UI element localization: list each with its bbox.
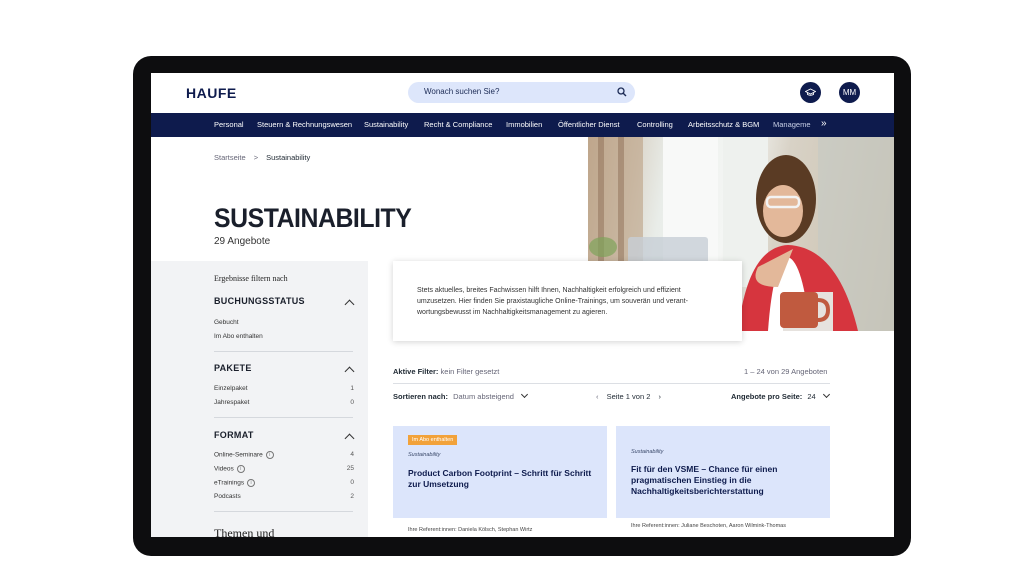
section-format[interactable]: FORMAT [214,430,254,440]
per-page-value: 24 [807,392,816,401]
status-badge: Im Abo enthalten [408,435,458,445]
chevron-up-icon[interactable] [344,366,355,377]
chevron-right-icon[interactable]: › [658,392,661,401]
filter-count: 1 [350,385,354,392]
filter-option-etrainings[interactable]: eTrainings i [214,479,256,487]
section-buchungsstatus[interactable]: BUCHUNGSSTATUS [214,296,305,306]
divider [214,417,353,418]
filter-sidebar: Ergebnisse filtern nach BUCHUNGSSTATUS G… [151,261,368,537]
main-navigation: Personal Steuern & Rechnungswesen Sustai… [151,113,894,137]
filter-option-im-abo[interactable]: Im Abo enthalten [214,333,263,340]
chevron-up-icon[interactable] [344,433,355,444]
filter-count: 0 [350,399,354,406]
divider [214,351,353,352]
filter-count: 2 [350,493,354,500]
card-title[interactable]: Product Carbon Footprint – Schritt für S… [408,468,593,490]
breadcrumb-home[interactable]: Startseite [214,153,246,162]
filter-heading: Ergebnisse filtern nach [214,274,288,283]
nav-item-management[interactable]: Manageme [773,120,811,129]
filter-option-online-seminare[interactable]: Online-Seminare i [214,451,274,459]
browser-screen: HAUFE Wonach suchen Sie? MM Personal Ste… [151,73,894,537]
graduation-cap-icon[interactable] [800,82,821,103]
card-category: Sustainability [631,449,664,455]
divider [393,383,830,384]
section-pakete[interactable]: PAKETE [214,363,252,373]
search-input[interactable]: Wonach suchen Sie? [408,82,635,103]
card-referent: Ihre Referent:innen: Daniela Kölsch, Ste… [408,527,533,533]
chevron-left-icon[interactable]: ‹ [596,392,599,401]
per-page-select[interactable]: Angebote pro Seite: 24 [731,390,830,401]
divider [214,511,353,512]
nav-item-controlling[interactable]: Controlling [637,120,673,129]
chevron-down-icon [822,390,830,399]
chevron-right-icon: > [253,153,259,162]
filter-option-label: eTrainings [214,479,245,487]
card-referent: Ihre Referent:innen: Juliane Beschoten, … [631,523,786,529]
info-icon[interactable]: i [265,451,274,459]
chevron-down-icon [520,390,529,399]
page-indicator: Seite 1 von 2 [606,392,651,401]
info-icon[interactable]: i [236,465,245,473]
filter-option-einzelpaket[interactable]: Einzelpaket [214,385,248,392]
nav-item-oeffentlicher-dienst[interactable]: Öffentlicher Dienst [558,120,620,129]
nav-item-personal[interactable]: Personal [214,120,244,129]
filter-count: 4 [350,451,354,458]
nav-item-recht[interactable]: Recht & Compliance [424,120,492,129]
filter-option-label: Videos [214,465,234,473]
active-filters-value: kein Filter gesetzt [440,367,500,376]
filter-option-gebucht[interactable]: Gebucht [214,319,239,326]
breadcrumb: Startseite > Sustainability [214,153,310,162]
description-card: Stets aktuelles, breites Fachwissen hilf… [393,261,742,341]
pagination: ‹ Seite 1 von 2 › [596,392,661,401]
filter-option-podcasts[interactable]: Podcasts [214,493,241,500]
per-page-label: Angebote pro Seite: [731,392,803,401]
active-filters: Aktive Filter: kein Filter gesetzt [393,367,499,376]
search-placeholder: Wonach suchen Sie? [424,87,500,96]
card-title[interactable]: Fit für den VSME – Chance für einen prag… [631,464,816,497]
top-bar: HAUFE Wonach suchen Sie? MM [151,73,894,113]
info-icon[interactable]: i [247,479,256,487]
sort-value: Datum absteigend [453,392,514,401]
nav-item-immobilien[interactable]: Immobilien [506,120,542,129]
nav-item-steuern[interactable]: Steuern & Rechnungswesen [257,120,352,129]
card-category: Sustainability [408,452,441,458]
sort-label: Sortieren nach: [393,392,449,401]
offer-count: 29 Angebote [214,236,271,247]
filter-count: 0 [350,479,354,486]
filter-option-jahrespaket[interactable]: Jahrespaket [214,399,249,406]
sort-select[interactable]: Sortieren nach: Datum absteigend [393,390,529,401]
search-icon[interactable] [617,87,627,97]
result-range: 1 – 24 von 29 Angeboten [744,367,828,376]
nav-item-sustainability[interactable]: Sustainability [364,120,408,129]
page-title: SUSTAINABILITY [214,203,412,233]
nav-item-arbeitsschutz[interactable]: Arbeitsschutz & BGM [688,120,759,129]
course-card[interactable]: Sustainability Fit für den VSME – Chance… [616,426,830,518]
user-avatar[interactable]: MM [839,82,860,103]
breadcrumb-current: Sustainability [266,153,311,162]
chevron-double-right-icon[interactable]: » [821,118,827,129]
haufe-logo[interactable]: HAUFE [186,85,237,101]
active-filters-label: Aktive Filter: [393,367,439,376]
filter-count: 25 [346,465,354,472]
filter-option-label: Online-Seminare [214,451,263,459]
chevron-up-icon[interactable] [344,299,355,310]
filter-option-videos[interactable]: Videos i [214,465,245,473]
section-themen[interactable]: Themen und [214,526,274,537]
course-card[interactable]: Im Abo enthalten Sustainability Product … [393,426,607,518]
